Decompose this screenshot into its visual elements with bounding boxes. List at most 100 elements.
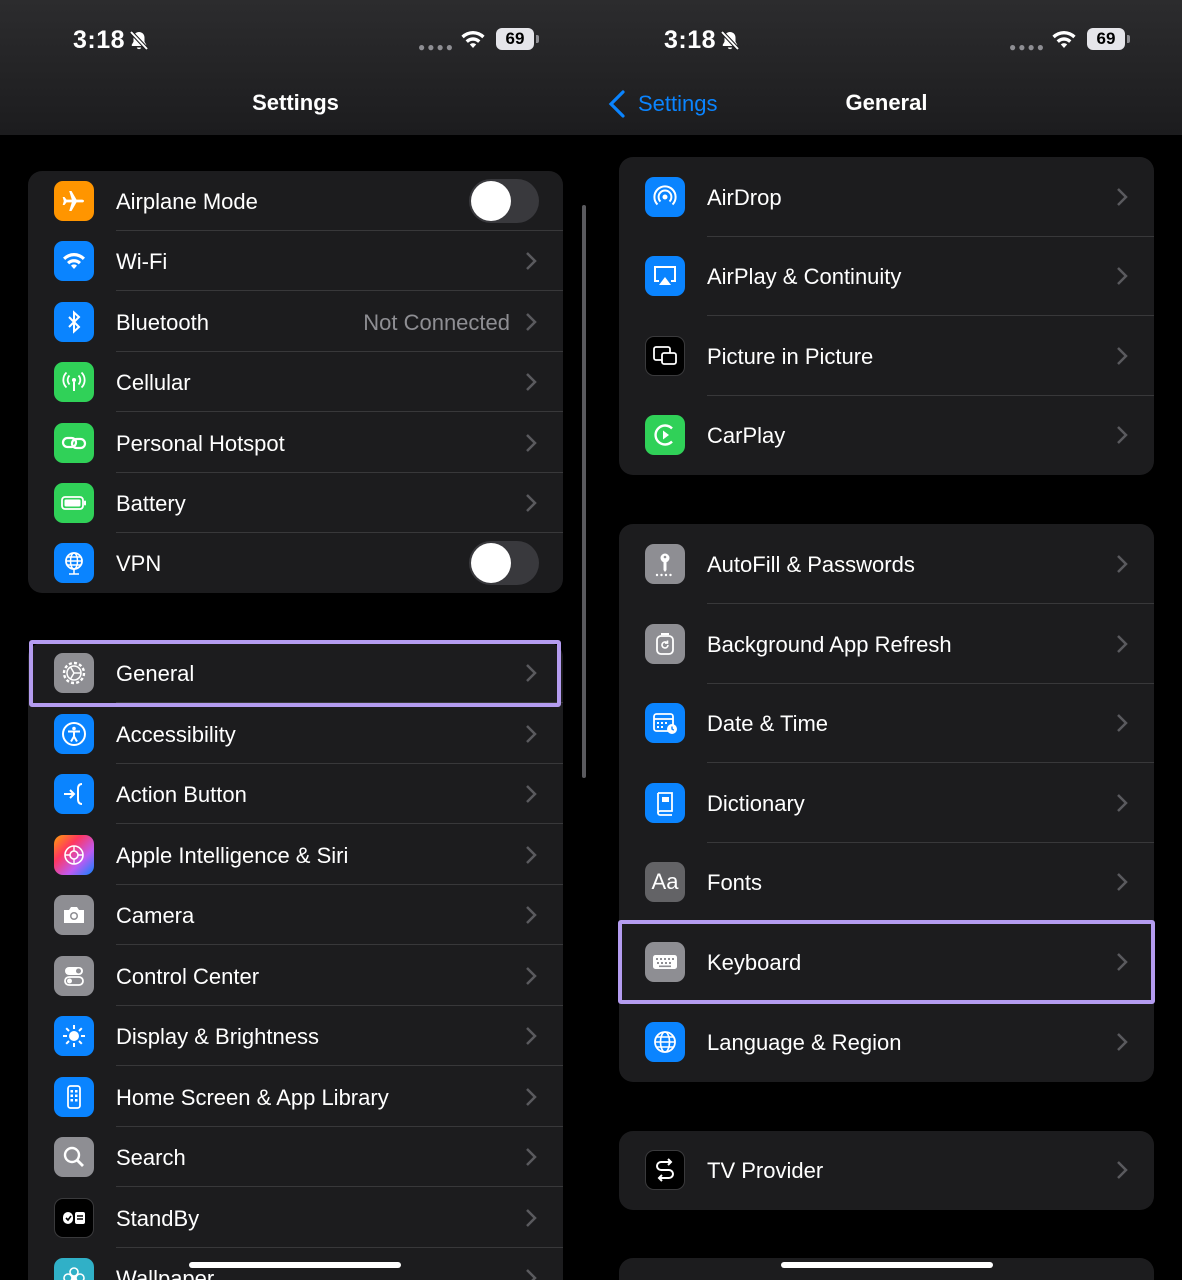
row-home-screen-app-library[interactable]: Home Screen & App Library (28, 1066, 563, 1127)
battery-status: 69 (496, 28, 539, 50)
navigation-bar: 3:18 ●●●● 69 Settings General (591, 0, 1182, 135)
book-icon (645, 783, 685, 823)
row-display-brightness[interactable]: Display & Brightness (28, 1006, 563, 1066)
page-title: General (845, 90, 928, 115)
row-accessibility[interactable]: Accessibility (28, 703, 563, 764)
chevron-right-icon (526, 846, 537, 864)
airplane-icon (54, 181, 94, 221)
general-screen: 3:18 ●●●● 69 Settings General AirDrop Ai… (591, 0, 1182, 1280)
chevron-right-icon (526, 1209, 537, 1227)
row-label: CarPlay (707, 423, 786, 448)
row-label: StandBy (116, 1206, 200, 1231)
tv-provider-icon (645, 1150, 685, 1190)
row-autofill-passwords[interactable]: AutoFill & Passwords (619, 524, 1154, 604)
chevron-right-icon (526, 725, 537, 743)
row-general[interactable]: General (28, 643, 563, 703)
chevron-right-icon (526, 785, 537, 803)
chevron-right-icon (526, 664, 537, 682)
chevron-right-icon (526, 313, 537, 331)
chevron-right-icon (1117, 426, 1128, 444)
home-indicator[interactable] (781, 1262, 993, 1268)
row-label: Fonts (707, 870, 763, 895)
chevron-right-icon (526, 1027, 537, 1045)
chevron-right-icon (1117, 794, 1128, 812)
row-apple-intelligence-siri[interactable]: Apple Intelligence & Siri (28, 824, 563, 885)
row-bluetooth[interactable]: Bluetooth Not Connected (28, 291, 563, 352)
general-group: General Accessibility Action Button Appl… (28, 643, 563, 1280)
chevron-right-icon (1117, 873, 1128, 891)
row-language-region[interactable]: Language & Region (619, 1002, 1154, 1082)
row-label: Keyboard (707, 950, 802, 975)
globe-icon (645, 1022, 685, 1062)
row-tv-provider[interactable]: TV Provider (619, 1131, 1154, 1210)
standby-icon (54, 1198, 94, 1238)
row-keyboard[interactable]: Keyboard (619, 922, 1154, 1002)
row-label: AirPlay & Continuity (707, 264, 902, 289)
toggle-knob (471, 181, 511, 221)
navigation-bar: 3:18 ●●●● 69 Settings (0, 0, 591, 135)
status-bar: 3:18 ●●●● 69 (0, 22, 591, 62)
row-personal-hotspot[interactable]: Personal Hotspot (28, 412, 563, 473)
antenna-icon (54, 362, 94, 402)
row-airplay-continuity[interactable]: AirPlay & Continuity (619, 237, 1154, 316)
vpn-toggle[interactable] (469, 541, 539, 585)
airplane-mode-toggle[interactable] (469, 179, 539, 223)
row-cellular[interactable]: Cellular (28, 352, 563, 412)
home-indicator[interactable] (189, 1262, 401, 1268)
chevron-right-icon (526, 373, 537, 391)
globe-icon (54, 543, 94, 583)
row-battery[interactable]: Battery (28, 473, 563, 533)
chevron-right-icon (526, 967, 537, 985)
airplay-icon (645, 256, 685, 296)
row-label: Date & Time (707, 711, 829, 736)
pip-icon (645, 336, 685, 376)
row-label: Search (116, 1145, 186, 1170)
wifi-status-icon (1052, 30, 1076, 48)
row-control-center[interactable]: Control Center (28, 945, 563, 1006)
row-wifi[interactable]: Wi-Fi (28, 231, 563, 291)
row-action-button[interactable]: Action Button (28, 764, 563, 824)
chevron-right-icon (1117, 1161, 1128, 1179)
chevron-right-icon (526, 1269, 537, 1280)
row-label: Accessibility (116, 722, 236, 747)
airdrop-icon (645, 177, 685, 217)
row-label: TV Provider (707, 1158, 824, 1183)
chevron-right-icon (526, 434, 537, 452)
battery-status: 69 (1087, 28, 1130, 50)
chevron-right-icon (1117, 1033, 1128, 1051)
row-standby[interactable]: StandBy (28, 1187, 563, 1248)
switches-icon (54, 956, 94, 996)
sun-icon (54, 1016, 94, 1056)
magnifier-icon (54, 1137, 94, 1177)
accessibility-icon (54, 714, 94, 754)
row-background-app-refresh[interactable]: Background App Refresh (619, 604, 1154, 684)
wifi-status-icon (461, 30, 485, 48)
row-carplay[interactable]: CarPlay (619, 396, 1154, 475)
status-time: 3:18 (73, 26, 126, 54)
row-dictionary[interactable]: Dictionary (619, 763, 1154, 843)
row-picture-in-picture[interactable]: Picture in Picture (619, 316, 1154, 396)
silent-mode-icon (129, 30, 149, 51)
input-group: AutoFill & Passwords Background App Refr… (619, 524, 1154, 1082)
cellular-signal-icon: ●●●● (1009, 40, 1046, 54)
row-label: Camera (116, 903, 195, 928)
row-camera[interactable]: Camera (28, 885, 563, 945)
wifi-icon (54, 241, 94, 281)
chevron-right-icon (526, 906, 537, 924)
phone-grid-icon (54, 1077, 94, 1117)
battery-icon (54, 483, 94, 523)
siri-icon (54, 835, 94, 875)
row-label: Language & Region (707, 1030, 902, 1055)
chevron-right-icon (1117, 714, 1128, 732)
row-airplane-mode[interactable]: Airplane Mode (28, 171, 563, 231)
scroll-indicator[interactable] (582, 205, 586, 778)
chevron-right-icon (1117, 635, 1128, 653)
row-label: Cellular (116, 370, 191, 395)
row-fonts[interactable]: Aa Fonts (619, 843, 1154, 922)
row-label: Control Center (116, 964, 260, 989)
row-label: Wallpaper (116, 1266, 215, 1280)
row-vpn[interactable]: VPN (28, 533, 563, 593)
row-search[interactable]: Search (28, 1127, 563, 1187)
row-date-time[interactable]: Date & Time (619, 684, 1154, 763)
row-airdrop[interactable]: AirDrop (619, 157, 1154, 237)
